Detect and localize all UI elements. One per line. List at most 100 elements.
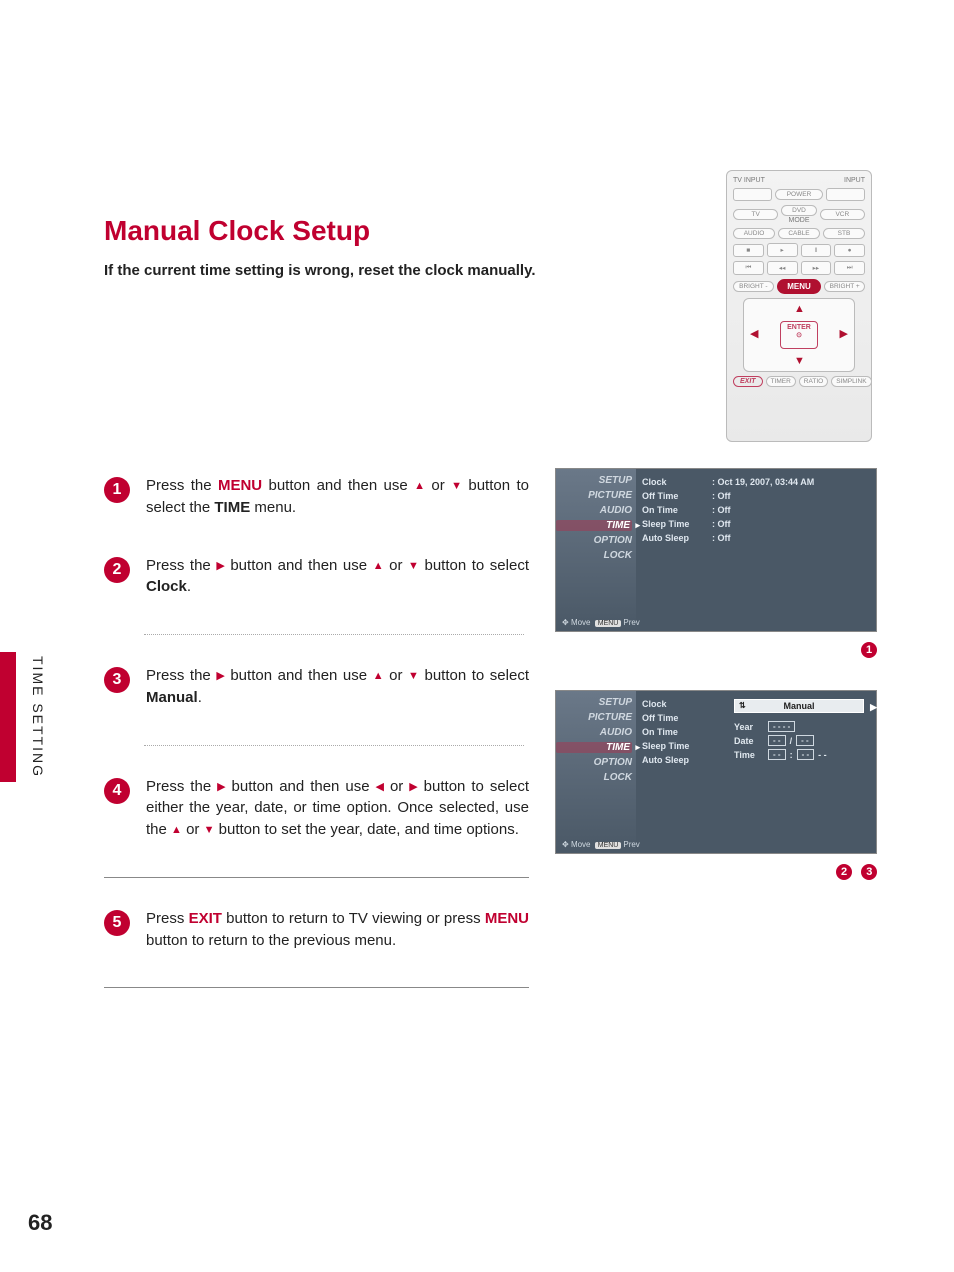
osd-content: Clock Off Time On Time Sleep Time Auto S… xyxy=(642,699,726,769)
step-4: 4 Press the ▶ button and then use ◀ or ▶… xyxy=(104,776,529,841)
osd-row: On Time xyxy=(642,727,726,737)
ref-badge: 2 xyxy=(836,864,852,880)
bright-minus-button: BRIGHT - xyxy=(733,281,774,292)
record-icon: ● xyxy=(834,244,865,257)
dvd-button: DVD xyxy=(781,205,816,216)
menu-item-selected: TIME xyxy=(556,520,632,531)
sep: : xyxy=(790,750,793,760)
v: : Off xyxy=(712,491,731,501)
osd-row: Sleep Time xyxy=(642,741,726,751)
date-line: Date - - / - - xyxy=(734,735,864,746)
vcr-button: VCR xyxy=(820,209,865,220)
left-arrow-icon: ◀ xyxy=(750,327,758,340)
t: Press the xyxy=(146,477,218,494)
t: button to set the year, date, and time o… xyxy=(215,821,519,838)
step-1: 1 Press the MENU button and then use ▲ o… xyxy=(104,475,529,519)
osd-row: Sleep Time: Off xyxy=(642,519,870,529)
down-arrow-icon: ▼ xyxy=(204,823,215,839)
audio-button: AUDIO xyxy=(733,228,775,239)
move-icon: ✥ xyxy=(562,618,569,627)
side-tab-label: TIME SETTING xyxy=(30,656,46,778)
cap: Date xyxy=(734,736,764,746)
t: button to return to the previous menu. xyxy=(146,932,396,949)
menu-item: SETUP xyxy=(556,697,632,708)
up-arrow-icon: ▲ xyxy=(373,559,384,575)
steps-list: 1 Press the MENU button and then use ▲ o… xyxy=(104,475,529,988)
date-field: - - xyxy=(796,735,814,746)
t: button and then use xyxy=(225,557,373,574)
timer-button: TIMER xyxy=(766,376,796,387)
ref-badge: 3 xyxy=(861,864,877,880)
section-title: Manual Clock Setup xyxy=(104,215,370,247)
down-arrow-icon: ▼ xyxy=(451,479,462,495)
l: Off Time xyxy=(642,713,678,723)
divider-solid xyxy=(104,987,529,988)
step-text: Press the MENU button and then use ▲ or … xyxy=(146,475,529,519)
bright-plus-button: BRIGHT + xyxy=(824,281,865,292)
subtitle: If the current time setting is wrong, re… xyxy=(104,262,536,279)
manual-header: Manual xyxy=(734,699,864,713)
osd-footer: ✥ Move MENUPrev xyxy=(562,618,640,627)
osd-row: On Time: Off xyxy=(642,505,870,515)
menu-key-icon: MENU xyxy=(595,842,622,849)
time-field: - - xyxy=(797,749,815,760)
play-icon: ▸ xyxy=(767,243,798,257)
v: : Off xyxy=(712,505,731,515)
osd-row: Clock: Oct 19, 2007, 03:44 AM xyxy=(642,477,870,487)
menu-item: OPTION xyxy=(556,535,632,546)
menu-keyword: MENU xyxy=(218,477,262,494)
tv-button: TV xyxy=(733,209,778,220)
menu-keyword: MENU xyxy=(485,910,529,927)
step-5: 5 Press EXIT button to return to TV view… xyxy=(104,908,529,952)
tv-input-label: TV INPUT xyxy=(733,177,765,184)
step-badge: 4 xyxy=(104,778,130,804)
sep: / xyxy=(790,736,793,746)
menu-key-icon: MENU xyxy=(595,620,622,627)
l: On Time xyxy=(642,505,712,515)
step-badge: 3 xyxy=(104,667,130,693)
prev-label: Prev xyxy=(623,840,639,849)
prev-label: Prev xyxy=(623,618,639,627)
t: button and then use xyxy=(262,477,414,494)
t: Press the xyxy=(146,557,216,574)
osd1-ref: 1 xyxy=(855,642,877,658)
bold: TIME xyxy=(214,499,250,516)
divider xyxy=(144,634,524,635)
l: Sleep Time xyxy=(642,741,689,751)
step-3: 3 Press the ▶ button and then use ▲ or ▼… xyxy=(104,665,529,709)
down-arrow-icon: ▼ xyxy=(408,559,419,575)
right-arrow-icon: ▶ xyxy=(409,780,417,796)
osd-clock-manual: SETUP PICTURE AUDIO TIME OPTION LOCK Clo… xyxy=(555,690,877,854)
t: . xyxy=(187,578,191,595)
date-field: - - xyxy=(768,735,786,746)
divider xyxy=(144,745,524,746)
t: button and then use xyxy=(225,667,373,684)
simplink-button: SIMPLINK xyxy=(831,376,871,387)
rewind-icon: ◂◂ xyxy=(767,261,798,275)
osd-row: Auto Sleep: Off xyxy=(642,533,870,543)
bold: Clock xyxy=(146,578,187,595)
menu-item: SETUP xyxy=(556,475,632,486)
up-arrow-icon: ▲ xyxy=(171,823,182,839)
t: Press the xyxy=(146,778,217,795)
t: . xyxy=(198,689,202,706)
osd-main-menu: SETUP PICTURE AUDIO TIME OPTION LOCK xyxy=(556,691,636,853)
osd2-ref: 2 3 xyxy=(830,864,877,880)
enter-label: ENTER xyxy=(787,324,811,331)
cap: Time xyxy=(734,750,764,760)
step-text: Press EXIT button to return to TV viewin… xyxy=(146,908,529,952)
left-arrow-icon: ◀ xyxy=(376,780,384,796)
osd-row: Clock xyxy=(642,699,726,709)
step-text: Press the ▶ button and then use ▲ or ▼ b… xyxy=(146,665,529,709)
t: Press xyxy=(146,910,189,927)
page-number: 68 xyxy=(28,1210,52,1236)
l: On Time xyxy=(642,727,678,737)
up-arrow-icon: ▲ xyxy=(794,303,805,315)
l: Sleep Time xyxy=(642,519,712,529)
t: button to select xyxy=(419,667,529,684)
menu-button: MENU xyxy=(777,279,822,294)
v: : Off xyxy=(712,533,731,543)
step-text: Press the ▶ button and then use ▲ or ▼ b… xyxy=(146,555,529,599)
dpad: ▲ ▼ ◀ ▶ ENTER ⊙ xyxy=(743,298,855,372)
osd-row: Off Time xyxy=(642,713,726,723)
